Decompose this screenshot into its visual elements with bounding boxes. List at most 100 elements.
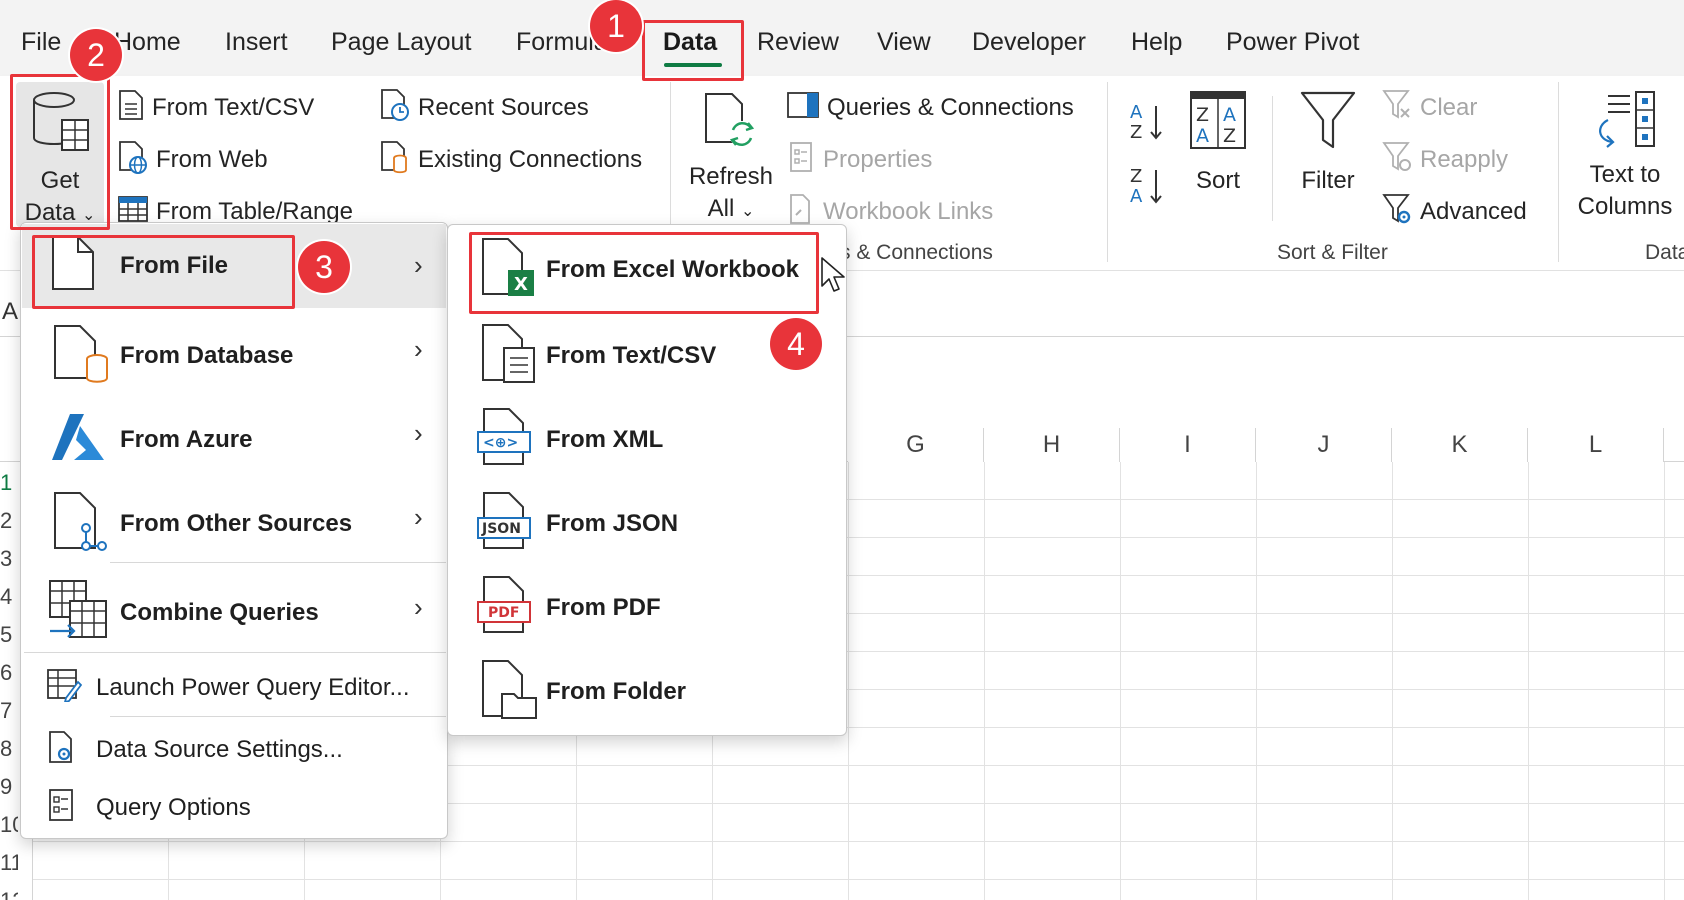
menu-item-from-pdf[interactable]: PDF From PDF (476, 575, 661, 640)
row-header-12[interactable]: 12 (0, 888, 18, 900)
column-header-g[interactable]: G (848, 428, 984, 462)
tab-home[interactable]: Home (114, 28, 181, 57)
tab-review[interactable]: Review (757, 28, 839, 57)
menu-separator (110, 716, 446, 717)
row-header-2[interactable]: 2 (0, 508, 18, 534)
connection-cylinder-icon (380, 140, 410, 181)
column-header-l[interactable]: L (1528, 428, 1664, 462)
advanced-filter-icon (1382, 193, 1412, 232)
svg-text:A: A (1223, 104, 1236, 126)
recent-sources-button[interactable]: Recent Sources (380, 88, 589, 128)
query-options-label: Query Options (96, 794, 251, 821)
queries-group-label: s & Connections (840, 241, 993, 264)
text-to-columns-button[interactable]: Text to Columns (1572, 90, 1678, 223)
tab-view[interactable]: View (877, 28, 931, 57)
from-web-button[interactable]: From Web (118, 140, 268, 180)
existing-connections-button[interactable]: Existing Connections (380, 140, 642, 180)
web-file-icon (118, 140, 148, 181)
sort-a-to-z-button[interactable]: AZ (1128, 100, 1168, 144)
recent-clock-icon (380, 88, 410, 129)
row-header-9[interactable]: 9 (0, 774, 18, 800)
annotation-highlight-get-data (10, 74, 110, 230)
column-header-j[interactable]: J (1256, 428, 1392, 462)
chevron-right-icon[interactable]: › (414, 418, 423, 449)
text-to-columns-label-2: Columns (1577, 193, 1673, 220)
column-header-k[interactable]: K (1392, 428, 1528, 462)
sort-dialog-icon: ZAAZ (1189, 90, 1247, 159)
menu-item-from-json[interactable]: JSON From JSON (476, 490, 678, 559)
advanced-label: Advanced (1420, 198, 1527, 225)
from-other-sources-label: From Other Sources (120, 510, 353, 537)
row-header-4[interactable]: 4 (0, 584, 18, 610)
annotation-highlight-from-excel-workbook (469, 232, 819, 314)
svg-text:Z: Z (1130, 122, 1142, 143)
filter-button[interactable]: Filter (1292, 90, 1364, 197)
row-header-6[interactable]: 6 (0, 660, 18, 686)
tab-insert[interactable]: Insert (225, 28, 288, 57)
row-header-1[interactable]: 1 (0, 470, 18, 496)
clear-filter-button[interactable]: Clear (1382, 88, 1477, 128)
xml-file-icon: <⊕> (476, 406, 546, 475)
svg-text:Z: Z (1196, 104, 1209, 126)
from-text-csv-menu-label: From Text/CSV (546, 342, 717, 369)
step-badge-4: 4 (770, 318, 822, 370)
properties-button[interactable]: Properties (787, 140, 932, 180)
chevron-right-icon[interactable]: › (414, 334, 423, 365)
chevron-down-icon: ⌄ (740, 203, 755, 220)
row-header-8[interactable]: 8 (0, 736, 18, 762)
tab-file[interactable]: File (21, 28, 61, 57)
from-database-label: From Database (120, 342, 294, 369)
row-header-11[interactable]: 11 (0, 850, 18, 876)
advanced-filter-button[interactable]: Advanced (1382, 192, 1527, 232)
svg-text:Z: Z (1223, 125, 1236, 147)
refresh-icon (700, 90, 762, 161)
menu-item-from-other-sources[interactable]: From Other Sources (50, 491, 353, 556)
name-box[interactable]: A (2, 298, 18, 326)
json-file-icon: JSON (476, 490, 546, 559)
column-header-i[interactable]: I (1120, 428, 1256, 462)
clear-label: Clear (1420, 94, 1478, 121)
row-header-5[interactable]: 5 (0, 622, 18, 648)
menu-item-from-text-csv[interactable]: From Text/CSV (480, 323, 717, 388)
tab-developer[interactable]: Developer (972, 28, 1086, 57)
annotation-highlight-data-tab (642, 20, 744, 81)
workbook-links-label: Workbook Links (823, 198, 994, 225)
menu-item-from-database[interactable]: From Database (50, 324, 294, 386)
ribbon-separator (1558, 82, 1559, 262)
tab-page-layout[interactable]: Page Layout (331, 28, 471, 57)
row-header-10[interactable]: 10 (0, 812, 18, 838)
chevron-right-icon[interactable]: › (414, 250, 423, 281)
from-web-label: From Web (156, 146, 268, 173)
row-header-7[interactable]: 7 (0, 698, 18, 724)
queries-connections-button[interactable]: Queries & Connections (787, 88, 1074, 128)
menu-item-combine-queries[interactable]: Combine Queries (48, 579, 319, 646)
existing-connections-label: Existing Connections (418, 146, 643, 173)
database-file-icon (50, 323, 120, 390)
sort-label: Sort (1195, 167, 1240, 194)
reapply-label: Reapply (1420, 146, 1509, 173)
sort-button[interactable]: ZAAZ Sort (1186, 90, 1250, 197)
column-header-h[interactable]: H (984, 428, 1120, 462)
sort-z-to-a-button[interactable]: ZA (1128, 164, 1168, 208)
combine-queries-label: Combine Queries (120, 599, 319, 626)
from-text-csv-label: From Text/CSV (152, 94, 315, 121)
menu-item-query-options[interactable]: Query Options (46, 788, 251, 828)
queries-connections-label: Queries & Connections (827, 94, 1074, 121)
tab-power-pivot[interactable]: Power Pivot (1226, 28, 1359, 57)
chevron-right-icon[interactable]: › (414, 502, 423, 533)
text-file-icon (118, 89, 144, 128)
row-header-3[interactable]: 3 (0, 546, 18, 572)
tab-help[interactable]: Help (1131, 28, 1182, 57)
menu-item-launch-power-query-editor[interactable]: Launch Power Query Editor... (46, 668, 410, 708)
from-text-csv-button[interactable]: From Text/CSV (118, 88, 314, 128)
menu-item-from-folder[interactable]: From Folder (480, 659, 686, 724)
menu-item-data-source-settings[interactable]: Data Source Settings... (46, 730, 343, 770)
query-options-icon (46, 788, 96, 829)
step-badge-2: 2 (70, 29, 122, 81)
chevron-right-icon[interactable]: › (414, 592, 423, 623)
menu-item-from-azure[interactable]: From Azure (50, 410, 252, 470)
refresh-all-button[interactable]: Refresh All ⌄ (686, 90, 776, 228)
step-badge-1: 1 (590, 0, 642, 52)
reapply-button[interactable]: Reapply (1382, 140, 1508, 180)
menu-item-from-xml[interactable]: <⊕> From XML (476, 406, 663, 475)
